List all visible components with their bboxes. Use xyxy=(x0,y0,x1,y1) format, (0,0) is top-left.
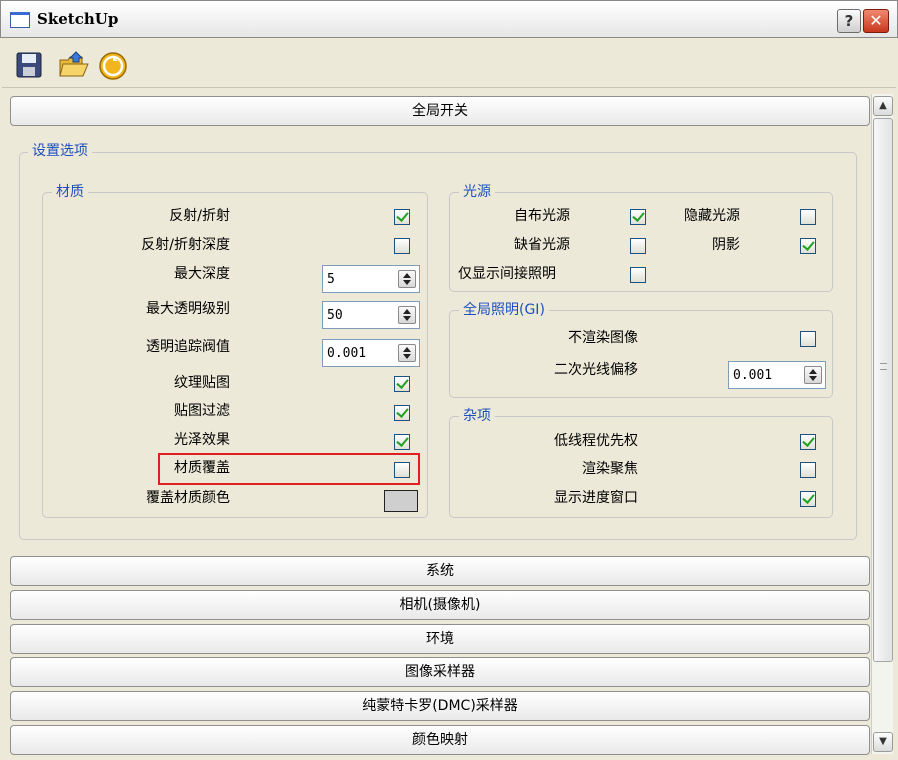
default-lights-checkbox[interactable] xyxy=(630,238,646,254)
max-depth-spinner[interactable]: 5 xyxy=(322,265,420,293)
lights-legend: 光源 xyxy=(459,183,495,201)
dont-render-image-checkbox[interactable] xyxy=(800,331,816,347)
reflection-refraction-depth-checkbox[interactable] xyxy=(394,238,410,254)
max-transparency-value: 50 xyxy=(327,308,343,323)
shadows-checkbox[interactable] xyxy=(800,238,816,254)
max-transparency-spin-buttons[interactable] xyxy=(398,306,416,324)
show-gi-only-checkbox[interactable] xyxy=(630,267,646,283)
custom-lights-checkbox[interactable] xyxy=(630,209,646,225)
section-dmc-sampler[interactable]: 纯蒙特卡罗(DMC)采样器 xyxy=(10,691,870,721)
low-thread-priority-checkbox[interactable] xyxy=(800,434,816,450)
section-image-sampler[interactable]: 图像采样器 xyxy=(10,657,870,687)
close-button[interactable]: ✕ xyxy=(863,9,889,33)
title-bar[interactable]: SketchUp ? ✕ xyxy=(0,0,898,38)
max-depth-label: 最大深度 xyxy=(174,266,230,282)
max-transparency-label: 最大透明级别 xyxy=(146,301,230,317)
filter-maps-label: 贴图过滤 xyxy=(174,403,230,419)
override-material-label: 材质覆盖 xyxy=(174,460,230,476)
override-material-checkbox[interactable] xyxy=(394,462,410,478)
secondary-ray-bias-label: 二次光线偏移 xyxy=(554,362,638,378)
section-system[interactable]: 系统 xyxy=(10,556,870,586)
dont-render-image-label: 不渲染图像 xyxy=(568,330,638,346)
show-gi-only-label: 仅显示间接照明 xyxy=(458,266,556,282)
scrollbar-thumb[interactable] xyxy=(873,118,893,662)
section-global-switch[interactable]: 全局开关 xyxy=(10,96,870,126)
secondary-ray-bias-spin-buttons[interactable] xyxy=(804,366,822,384)
filter-maps-checkbox[interactable] xyxy=(394,405,410,421)
low-thread-priority-label: 低线程优先权 xyxy=(554,433,638,449)
custom-lights-label: 自布光源 xyxy=(514,208,570,224)
show-progress-window-label: 显示进度窗口 xyxy=(554,490,638,506)
reflection-refraction-label: 反射/折射 xyxy=(169,208,230,224)
render-icon[interactable] xyxy=(97,50,127,80)
scroll-down-icon[interactable]: ▼ xyxy=(873,732,893,752)
secondary-ray-bias-spinner[interactable]: 0.001 xyxy=(728,361,826,389)
settings-panel: 全局开关 设置选项 材质 反射/折射 反射/折射深度 最大深度 5 最大透明级别… xyxy=(2,90,870,758)
glossy-effects-label: 光泽效果 xyxy=(174,432,230,448)
default-lights-label: 缺省光源 xyxy=(514,237,570,253)
scroll-up-icon[interactable]: ▲ xyxy=(873,96,893,116)
shadows-label: 阴影 xyxy=(712,237,740,253)
vertical-scrollbar[interactable]: ▲ ▼ xyxy=(871,94,893,754)
gi-legend: 全局照明(GI) xyxy=(459,301,549,319)
max-depth-spin-buttons[interactable] xyxy=(398,270,416,288)
open-folder-icon[interactable] xyxy=(58,50,89,80)
toolbar xyxy=(2,40,896,88)
settings-options-legend: 设置选项 xyxy=(28,142,92,160)
override-color-swatch[interactable] xyxy=(384,490,418,512)
hidden-lights-checkbox[interactable] xyxy=(800,209,816,225)
section-environment[interactable]: 环境 xyxy=(10,624,870,654)
override-color-label: 覆盖材质颜色 xyxy=(146,490,230,506)
show-progress-window-checkbox[interactable] xyxy=(800,491,816,507)
transparency-cutoff-value: 0.001 xyxy=(327,346,367,361)
render-focus-label: 渲染聚焦 xyxy=(582,461,638,477)
max-transparency-spinner[interactable]: 50 xyxy=(322,301,420,329)
texture-maps-checkbox[interactable] xyxy=(394,376,410,392)
misc-group xyxy=(449,416,833,518)
max-depth-value: 5 xyxy=(327,272,335,287)
texture-maps-label: 纹理贴图 xyxy=(174,375,230,391)
app-window-icon xyxy=(10,12,30,28)
misc-legend: 杂项 xyxy=(459,407,495,425)
secondary-ray-bias-value: 0.001 xyxy=(733,368,773,383)
section-camera[interactable]: 相机(摄像机) xyxy=(10,590,870,620)
window-title: SketchUp xyxy=(37,10,119,28)
glossy-effects-checkbox[interactable] xyxy=(394,434,410,450)
save-icon[interactable] xyxy=(14,50,44,80)
reflection-refraction-depth-label: 反射/折射深度 xyxy=(141,237,230,253)
transparency-cutoff-spinner[interactable]: 0.001 xyxy=(322,339,420,367)
hidden-lights-label: 隐藏光源 xyxy=(684,208,740,224)
transparency-cutoff-label: 透明追踪阀值 xyxy=(146,339,230,355)
transparency-cutoff-spin-buttons[interactable] xyxy=(398,344,416,362)
render-focus-checkbox[interactable] xyxy=(800,462,816,478)
section-color-mapping[interactable]: 颜色映射 xyxy=(10,725,870,755)
material-legend: 材质 xyxy=(52,183,88,201)
help-button[interactable]: ? xyxy=(837,9,861,33)
scrollbar-grip-icon xyxy=(880,363,887,370)
reflection-refraction-checkbox[interactable] xyxy=(394,209,410,225)
